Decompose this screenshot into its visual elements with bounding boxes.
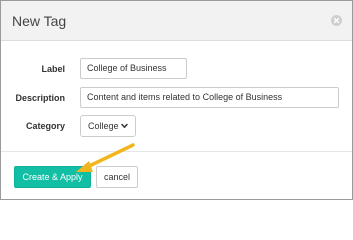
category-selected-value: College — [88, 121, 119, 131]
description-input[interactable]: Content and items related to College of … — [80, 87, 339, 108]
cancel-button[interactable]: cancel — [96, 166, 138, 188]
footer-divider — [1, 151, 352, 152]
category-field-label: Category — [25, 121, 65, 131]
label-field-label: Label — [41, 64, 65, 74]
description-field-label: Description — [15, 93, 65, 103]
chevron-down-icon — [121, 123, 128, 128]
label-input[interactable]: College of Business — [80, 58, 187, 79]
close-icon[interactable] — [331, 15, 342, 26]
dialog-title: New Tag — [12, 13, 67, 29]
new-tag-dialog: New Tag Label College of Business Descri… — [0, 0, 353, 200]
create-and-apply-button[interactable]: Create & Apply — [14, 166, 91, 188]
category-select[interactable]: College — [80, 115, 136, 137]
dialog-header: New Tag — [1, 1, 352, 41]
